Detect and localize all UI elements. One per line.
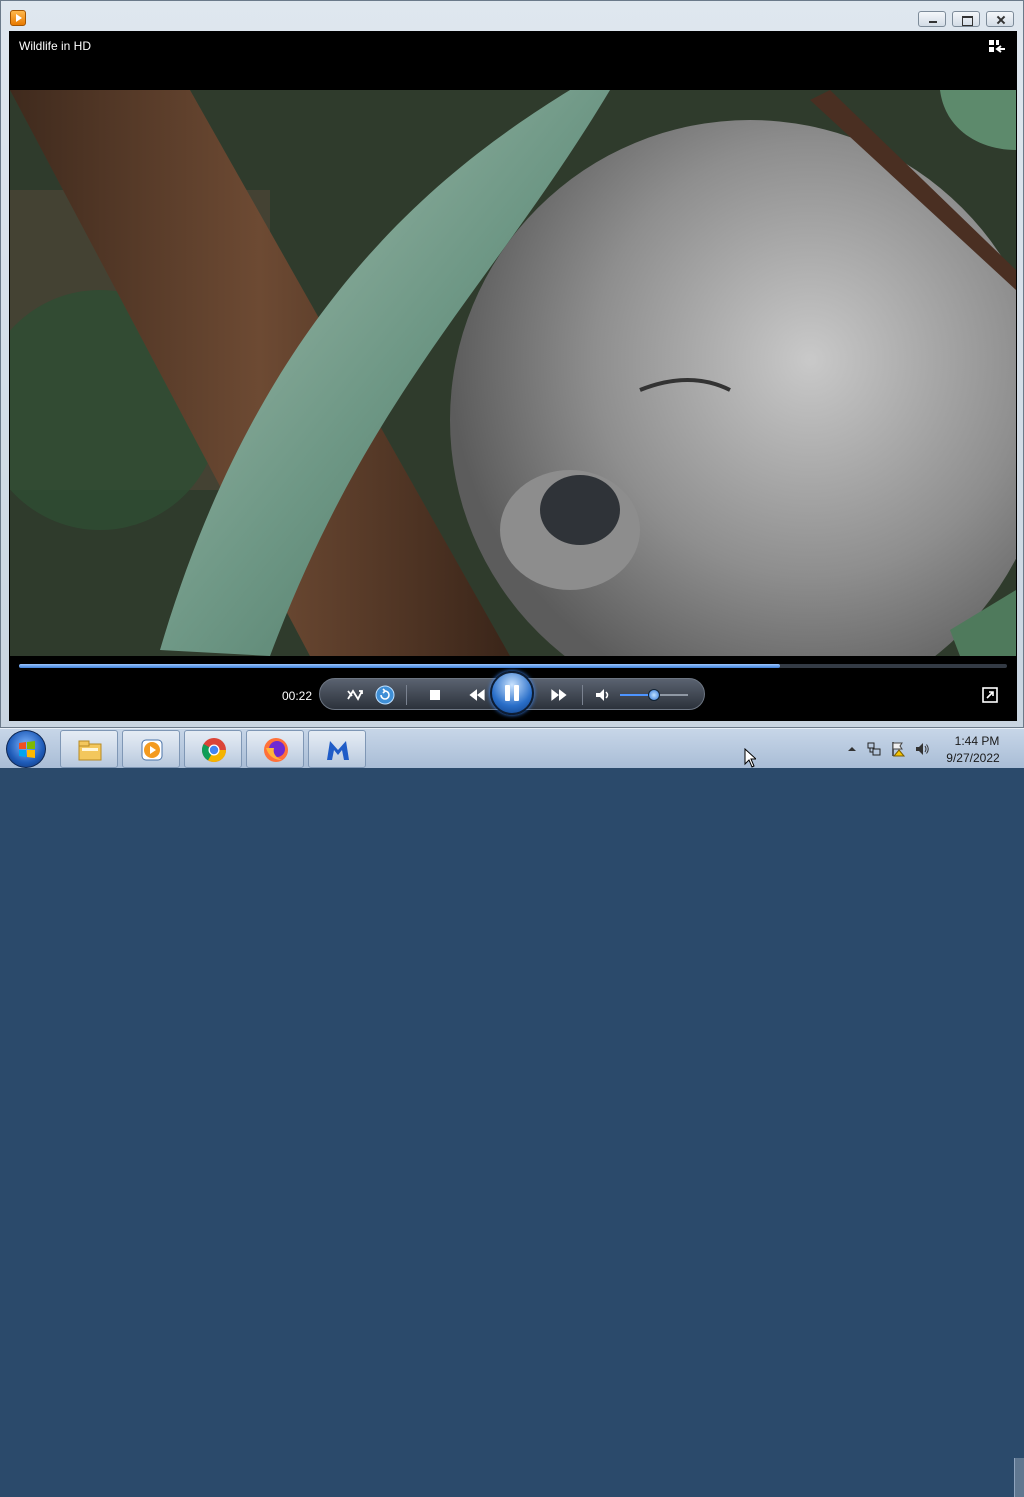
- malwarebytes-icon: [327, 741, 349, 760]
- action-center-icon[interactable]: [890, 741, 906, 757]
- maximize-button[interactable]: [952, 11, 980, 27]
- repeat-icon[interactable]: [374, 684, 396, 706]
- fast-forward-icon[interactable]: [548, 684, 574, 706]
- title-bar[interactable]: [1, 1, 1023, 31]
- media-title: Wildlife in HD: [19, 39, 92, 53]
- control-separator: [406, 685, 407, 705]
- media-player-icon: [141, 739, 163, 761]
- speaker-icon[interactable]: [592, 684, 614, 706]
- seek-bar[interactable]: [19, 664, 1007, 668]
- taskbar-media-player[interactable]: [122, 730, 180, 768]
- maximize-icon: [953, 12, 979, 26]
- mouse-cursor-icon: [744, 748, 756, 768]
- volume-thumb[interactable]: [648, 689, 660, 701]
- windows-start-icon: [19, 741, 35, 758]
- media-player-window: Wildlife in HD 00:22: [0, 0, 1024, 728]
- media-player-icon[interactable]: [10, 10, 26, 26]
- clock-time[interactable]: 1:44 PM: [952, 734, 1002, 748]
- show-hidden-icons-icon[interactable]: [844, 741, 860, 757]
- video-frame[interactable]: [10, 90, 1016, 656]
- switch-to-library-icon[interactable]: [988, 39, 1006, 55]
- taskbar-chrome[interactable]: [184, 730, 242, 768]
- close-icon: [987, 12, 1013, 26]
- stop-icon[interactable]: [424, 684, 446, 706]
- taskbar: [0, 728, 1024, 1497]
- elapsed-time: 00:22: [282, 689, 313, 703]
- pause-icon: [505, 685, 510, 701]
- volume-icon[interactable]: [914, 741, 930, 757]
- taskbar-malwarebytes[interactable]: [308, 730, 366, 768]
- network-icon[interactable]: [866, 741, 882, 757]
- minimize-icon: [919, 12, 945, 26]
- shuffle-icon[interactable]: [344, 684, 366, 706]
- pause-button[interactable]: [490, 671, 534, 715]
- file-explorer-icon: [78, 740, 102, 761]
- taskbar-file-explorer[interactable]: [60, 730, 118, 768]
- playback-controls: [319, 671, 705, 715]
- clock-date[interactable]: 9/27/2022: [942, 751, 1004, 765]
- volume-slider[interactable]: [620, 689, 688, 701]
- now-playing-area: Wildlife in HD 00:22: [9, 31, 1017, 721]
- firefox-icon: [264, 738, 288, 762]
- control-separator: [582, 685, 583, 705]
- show-desktop-button[interactable]: [1014, 1458, 1024, 1497]
- rewind-icon[interactable]: [466, 684, 492, 706]
- close-button[interactable]: [986, 11, 1014, 27]
- fullscreen-icon[interactable]: [982, 687, 998, 703]
- minimize-button[interactable]: [918, 11, 946, 27]
- taskbar-firefox[interactable]: [246, 730, 304, 768]
- seek-progress: [19, 664, 780, 668]
- pause-icon: [514, 685, 519, 701]
- start-button[interactable]: [6, 730, 46, 768]
- chrome-icon: [201, 738, 226, 763]
